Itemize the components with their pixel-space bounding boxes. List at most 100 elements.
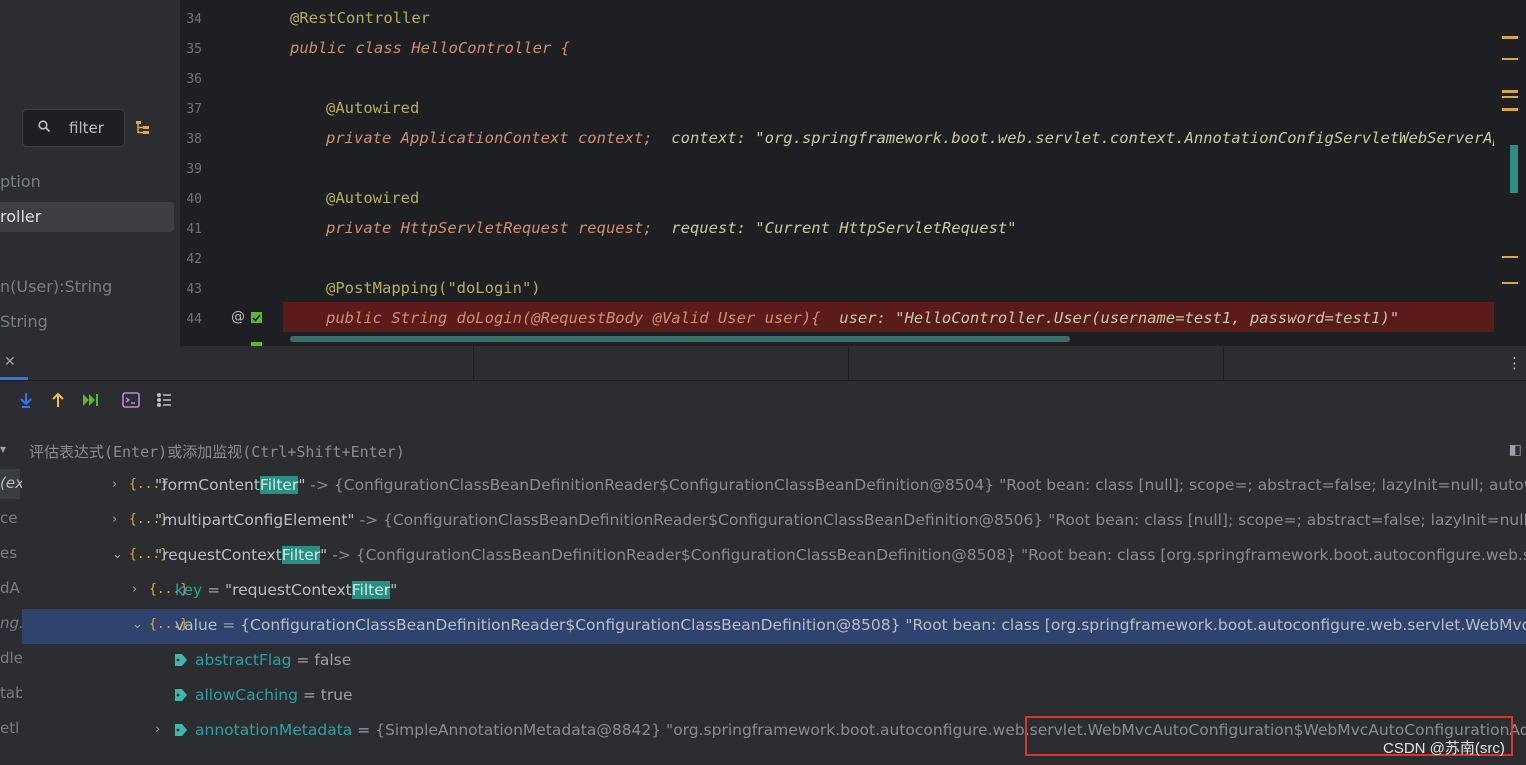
variable-row-selected[interactable]: ⌄ {...} value = {ConfigurationClassBeanD…: [22, 609, 1526, 644]
field-tag-icon: [175, 654, 187, 666]
tab-divider: [473, 346, 474, 380]
structure-item-selected[interactable]: roller: [0, 207, 41, 226]
field-name: value: [175, 616, 218, 634]
line-number: 44: [186, 312, 202, 327]
tab-divider: [1223, 346, 1224, 380]
evaluate-expression-input[interactable]: 评估表达式(Enter)或添加监视(Ctrl+Shift+Enter): [29, 441, 405, 462]
frame-item[interactable]: es: [0, 544, 17, 562]
code-text: @Autowired: [326, 99, 420, 117]
inline-debug-value: request: "Current HttpServletRequest": [671, 219, 1017, 237]
variable-row[interactable]: allowCaching = true: [22, 679, 1526, 714]
code-text: public class HelloController {: [290, 39, 570, 57]
code-text: @RestController: [290, 9, 430, 27]
field-name: key: [175, 581, 203, 599]
frame-item[interactable]: (ex: [0, 474, 22, 492]
evaluate-expression-icon[interactable]: [121, 390, 141, 410]
structure-item[interactable]: ption: [0, 172, 41, 191]
chevron-down-icon[interactable]: ⌄: [132, 617, 143, 632]
field-value: false: [314, 651, 352, 669]
code-line: @Autowired: [326, 189, 419, 207]
line-number: 42: [186, 252, 202, 267]
debug-panel: ✕ ⋮ ▾ 评估表达式(Enter)或添加监视(Ctrl+Shift+Enter…: [0, 346, 1526, 765]
search-highlight: Filter: [281, 546, 321, 564]
variable-text: value = {ConfigurationClassBeanDefinitio…: [175, 616, 1526, 634]
evaluate-expression-row[interactable]: ▾ 评估表达式(Enter)或添加监视(Ctrl+Shift+Enter) ◧: [0, 436, 1526, 466]
code-text: private ApplicationContext context;: [326, 129, 653, 147]
search-highlight: Filter: [351, 581, 391, 599]
code-text: private HttpServletRequest request;: [326, 219, 653, 237]
variable-value: -> {ConfigurationClassBeanDefinitionRead…: [305, 476, 1526, 494]
frame-item[interactable]: dle: [0, 649, 22, 667]
field-name: abstractFlag: [195, 651, 292, 669]
field-value-end: ": [390, 581, 398, 599]
code-text: @PostMapping("doLogin"): [326, 279, 541, 297]
variable-row[interactable]: ⌄ {...} "requestContextFilter" -> {Confi…: [22, 539, 1526, 574]
line-number: 37: [186, 102, 202, 117]
line-number: 43: [186, 282, 202, 297]
chevron-right-icon[interactable]: ›: [155, 722, 160, 737]
variable-text: "formContentFilter" -> {ConfigurationCla…: [155, 476, 1526, 494]
code-editor[interactable]: 34 35 36 37 38 39 40 41 42 43 44 @ @Rest…: [180, 0, 1526, 346]
line-number: 39: [186, 162, 202, 177]
line-number: 41: [186, 222, 202, 237]
step-out-icon[interactable]: [48, 390, 68, 410]
map-key: "multipartConfigElement": [155, 511, 355, 529]
code-line: private HttpServletRequest request; requ…: [326, 219, 1017, 237]
frame-item[interactable]: etl: [0, 719, 19, 737]
variable-text: key = "requestContextFilter": [175, 581, 397, 599]
variable-value: -> {ConfigurationClassBeanDefinitionRead…: [327, 546, 1526, 564]
field-tag-icon: [175, 724, 187, 736]
variable-text: "requestContextFilter" -> {Configuration…: [155, 546, 1526, 564]
structure-panel: filter ption roller n(User):String Strin…: [0, 0, 180, 346]
inline-debug-value: context: "org.springframework.boot.web.s…: [671, 129, 1526, 147]
equals-sign: =: [352, 721, 376, 739]
variable-row[interactable]: › {...} key = "requestContextFilter": [22, 574, 1526, 609]
watermark: CSDN @苏南(src): [1383, 740, 1505, 757]
variable-text: abstractFlag = false: [195, 651, 351, 669]
code-text: public String doLogin(@RequestBody @Vali…: [326, 309, 821, 327]
editor-minimap[interactable]: [1494, 0, 1526, 346]
map-key: "formContent: [155, 476, 260, 494]
variable-row[interactable]: › {...} "formContentFilter" -> {Configur…: [22, 469, 1526, 504]
line-number: 35: [186, 42, 202, 57]
search-highlight: Filter: [259, 476, 299, 494]
chevron-right-icon[interactable]: ›: [112, 512, 117, 527]
code-line: @PostMapping("doLogin"): [326, 279, 541, 297]
structure-search-text: filter: [69, 119, 104, 137]
tab-divider: [848, 346, 849, 380]
code-line: private ApplicationContext context; cont…: [326, 129, 1526, 147]
add-watch-icon[interactable]: ◧: [1509, 442, 1522, 458]
more-options-icon[interactable]: ⋮: [1507, 354, 1522, 372]
structure-item[interactable]: String: [0, 312, 48, 331]
breakpoint-check-icon[interactable]: [251, 312, 262, 323]
layout-settings-icon[interactable]: [154, 390, 174, 410]
inline-debug-value: user: "HelloController.User(username=tes…: [839, 309, 1400, 327]
horizontal-scrollbar[interactable]: [290, 336, 1070, 342]
code-line: public String doLogin(@RequestBody @Vali…: [326, 309, 1399, 327]
line-number: 34: [186, 12, 202, 27]
structure-item[interactable]: n(User):String: [0, 277, 112, 296]
frame-item[interactable]: ce: [0, 509, 17, 527]
tree-structure-icon[interactable]: [134, 119, 152, 137]
search-icon: [38, 120, 50, 132]
variable-value: -> {ConfigurationClassBeanDefinitionRead…: [359, 511, 1526, 529]
frame-item[interactable]: ng.i: [0, 614, 22, 632]
chevron-down-icon[interactable]: ▾: [0, 442, 6, 456]
frame-item[interactable]: dA: [0, 579, 20, 597]
equals-sign: =: [297, 686, 321, 704]
chevron-down-icon[interactable]: ⌄: [112, 547, 123, 562]
structure-search-field[interactable]: filter: [22, 109, 125, 147]
debug-toolbar: [0, 390, 300, 420]
variable-row[interactable]: › {...} "multipartConfigElement" -> {Con…: [22, 504, 1526, 539]
chevron-right-icon[interactable]: ›: [132, 582, 137, 597]
field-tag-icon: [175, 689, 187, 701]
close-icon[interactable]: ✕: [4, 354, 16, 370]
chevron-right-icon[interactable]: ›: [112, 477, 117, 492]
frame-item[interactable]: tab: [0, 684, 22, 702]
step-into-icon[interactable]: [16, 390, 36, 410]
field-name: allowCaching: [195, 686, 298, 704]
at-marker-icon[interactable]: @: [231, 309, 245, 325]
variable-row[interactable]: abstractFlag = false: [22, 644, 1526, 679]
code-text: @Autowired: [326, 189, 420, 207]
run-to-cursor-icon[interactable]: [80, 390, 100, 410]
